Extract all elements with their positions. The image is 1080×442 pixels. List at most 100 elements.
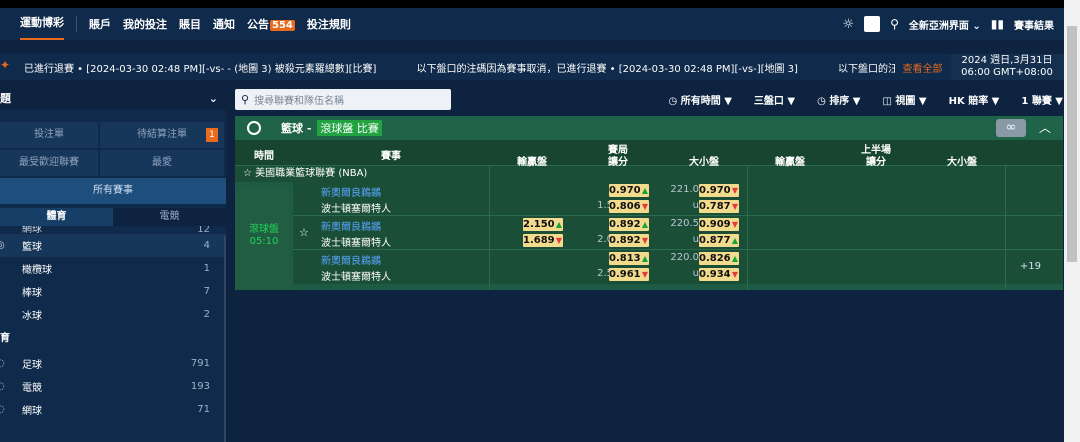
sport-count: 71 (197, 404, 210, 415)
sport-item-partial[interactable]: 網球 12 (0, 226, 226, 234)
column-divider (1005, 166, 1006, 290)
datetime-box: 2024 週日,3月31日 06:00 GMT+08:00 (950, 54, 1064, 80)
filter-view[interactable]: ◫ 視圖 ▼ (882, 92, 926, 107)
odds-button[interactable]: 0.892 ▼ (609, 234, 649, 247)
match-row: 新奧爾良鵜鶘 波士頓塞爾特人 1.5 0.970 ▲ 0.806 ▼ 221.0 u… (293, 182, 1063, 216)
nav-my-bets[interactable]: 我的投注 (123, 16, 167, 32)
odds-button[interactable]: 0.970 ▼ (699, 184, 739, 197)
filter-odds[interactable]: HK 賠率 ▼ (949, 92, 1000, 107)
search-input[interactable]: ⚲ 搜尋聯賽和隊伍名稱 (235, 89, 451, 110)
away-team[interactable]: 波士頓塞爾特人 (321, 234, 391, 249)
bet-slip-button[interactable]: 投注單 (0, 122, 98, 148)
odds-value: 0.970 (699, 185, 731, 196)
popular-leagues-button[interactable]: 最受歡迎聯賽 (0, 150, 98, 176)
results-link[interactable]: 賽事結果 (1014, 17, 1054, 32)
pending-count-badge: 1 (206, 128, 218, 142)
odds-button[interactable]: 0.826 ▲ (699, 252, 739, 265)
league-row[interactable]: ☆ 美國職業籃球聯賽 (NBA) (235, 166, 1063, 182)
sport-item-baseball[interactable]: 棒球 7 (0, 280, 226, 303)
odds-button[interactable]: 0.961 ▼ (609, 268, 649, 281)
region-label: 全新亞洲界面 (908, 20, 969, 32)
star-icon[interactable]: ☆ (299, 226, 309, 239)
odds-button[interactable]: 0.934 ▼ (699, 268, 739, 281)
view-all-link[interactable]: 查看全部 (895, 60, 950, 75)
home-team[interactable]: 新奧爾良鵜鶘 (321, 252, 381, 267)
sun-icon[interactable]: ☼ (842, 17, 854, 32)
filter-leagues[interactable]: 1 聯賽 ▼ (1021, 92, 1063, 107)
announce-label: 公告 (247, 18, 269, 31)
under-label: u (692, 234, 699, 245)
favorites-button[interactable]: 最愛 (100, 150, 224, 176)
page-scrollbar[interactable] (1064, 0, 1080, 442)
region-selector[interactable]: 全新亞洲界面 ⌄ (909, 17, 981, 32)
odds-value: 0.813 (609, 253, 641, 264)
table-header: 時間 賽事 賽局 上半場 輸贏盤 讓分 大小盤 輸贏盤 讓分 大小盤 (235, 140, 1063, 168)
announce-count-badge: 554 (270, 20, 295, 31)
sidebar-scrollbar[interactable] (224, 236, 226, 442)
odds-value: 0.934 (699, 269, 731, 280)
filter-time[interactable]: ◷ 所有時間 ▼ (669, 92, 732, 107)
match-clock: 05:10 (249, 236, 279, 247)
odds-button[interactable]: 1.689 ▼ (523, 234, 563, 247)
sport-name: 網球 (22, 226, 42, 234)
theme-toggle[interactable] (864, 16, 881, 32)
infinity-icon[interactable]: ∞ (996, 119, 1026, 137)
home-team[interactable]: 新奧爾良鵜鶘 (321, 184, 381, 199)
sport-item-esports[interactable]: ◌ 電競 193 (0, 375, 226, 398)
arrow-down-icon: ▼ (641, 270, 648, 279)
header-handicap: 讓分 (608, 157, 628, 168)
nav-divider (76, 16, 77, 32)
sport-item-basketball[interactable]: ◎ 籃球 4 (0, 234, 226, 257)
odds-button[interactable]: 0.877 ▲ (699, 234, 739, 247)
nav-statement[interactable]: 賬目 (179, 16, 201, 32)
sport-name: 網球 (22, 406, 42, 417)
sport-name: 冰球 (22, 311, 42, 322)
chevron-down-icon[interactable]: ⌄ (209, 88, 218, 110)
odds-button[interactable]: 0.909 ▼ (699, 218, 739, 231)
nav-announcements[interactable]: 公告 554 (247, 16, 295, 32)
home-team[interactable]: 新奧爾良鵜鶘 (321, 218, 381, 233)
nav-rules[interactable]: 投注規則 (307, 16, 351, 32)
sport-item-rugby[interactable]: 橄欖球 1 (0, 257, 226, 280)
odds-button[interactable]: 0.813 ▲ (609, 252, 649, 265)
sidebar-header[interactable]: 題 ⌄ (0, 88, 226, 110)
top-strip (0, 0, 1064, 8)
fire-icon: ✦ (0, 59, 11, 72)
odds-button[interactable]: 0.970 ▲ (609, 184, 649, 197)
filter-markets[interactable]: 三盤口 ▼ (754, 92, 795, 107)
bar-chart-icon: ▮▮ (990, 17, 1004, 31)
tab-esports[interactable]: 電競 (113, 208, 226, 226)
header-time: 時間 (254, 151, 274, 162)
arrow-down-icon: ▼ (731, 270, 738, 279)
all-events-button[interactable]: 所有賽事 (0, 178, 226, 204)
pending-bets-button[interactable]: 待結算注單 1 (100, 122, 224, 148)
odds-value: 0.892 (609, 219, 641, 230)
more-markets-link[interactable]: +19 (1020, 261, 1041, 272)
tab-sports[interactable]: 體育 (0, 208, 113, 226)
nav-brand-tab[interactable]: 運動博彩 (20, 8, 64, 40)
scrollbar-thumb[interactable] (1067, 26, 1077, 262)
sport-item-ice-hockey[interactable]: 冰球 2 (0, 303, 226, 326)
filter-sort[interactable]: ◷ 排序 ▼ (817, 92, 860, 107)
away-team[interactable]: 波士頓塞爾特人 (321, 200, 391, 215)
league-name: 美國職業籃球聯賽 (NBA) (255, 168, 368, 179)
odds-value: 0.961 (609, 269, 641, 280)
arrow-down-icon: ▼ (641, 202, 648, 211)
sport-name: 電競 (22, 383, 42, 394)
odds-button[interactable]: 0.787 ▼ (699, 200, 739, 213)
away-team[interactable]: 波士頓塞爾特人 (321, 268, 391, 283)
chevron-up-icon[interactable]: ︿ (1039, 119, 1051, 136)
odds-button[interactable]: 2.150 ▲ (523, 218, 563, 231)
sport-count: 12 (197, 226, 210, 234)
odds-button[interactable]: 0.806 ▼ (609, 200, 649, 213)
match-status: 滾球盤 (249, 224, 279, 235)
sport-item-tennis[interactable]: ◌ 網球 71 (0, 398, 226, 421)
odds-button[interactable]: 0.892 ▲ (609, 218, 649, 231)
sport-item-soccer[interactable]: ◌ 足球 791 (0, 352, 226, 375)
game-panel-header: 籃球 - 滾球盤 比賽 ∞ ︿ (235, 116, 1063, 140)
star-icon[interactable]: ☆ (243, 168, 252, 179)
under-label: u (692, 268, 699, 279)
sport-name: 棒球 (22, 288, 42, 299)
nav-account[interactable]: 賬戶 (89, 16, 111, 32)
nav-notifications[interactable]: 通知 (213, 16, 235, 32)
